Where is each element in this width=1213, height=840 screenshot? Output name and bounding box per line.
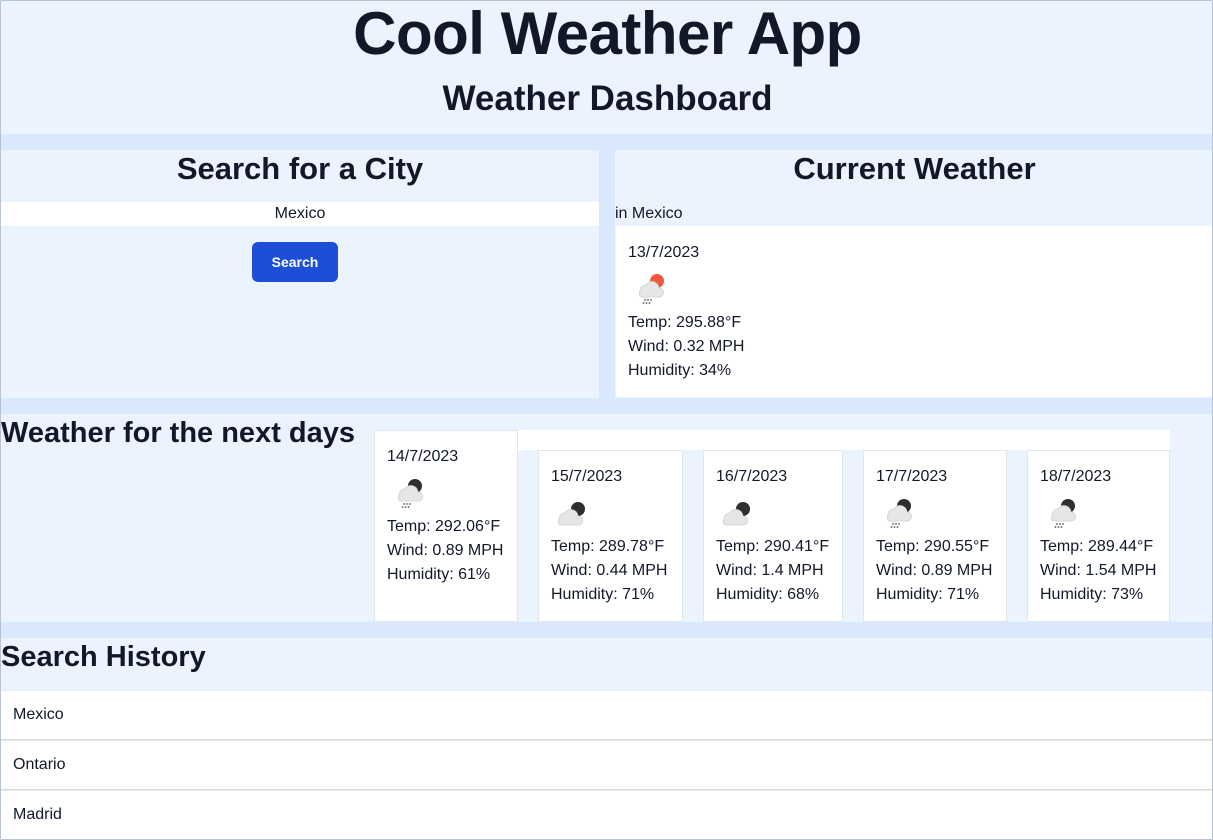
forecast-humidity: Humidity: 68% [716,586,820,603]
forecast-wind: Wind: 0.89 MPH [876,562,993,579]
search-button[interactable]: Search [252,242,338,282]
current-temp: Temp: 295.88°F [628,314,742,331]
forecast-title: Weather for the next days [1,417,356,449]
forecast-date: 18/7/2023 [1040,468,1112,485]
forecast-date: 14/7/2023 [387,448,459,465]
forecast-card: 17/7/2023 Temp: 290.55°F Wind: 0.89 MPH … [863,450,1007,622]
city-search-input[interactable] [1,202,599,226]
forecast-date: 15/7/2023 [551,468,623,485]
rain-night-icon [1050,499,1076,528]
history-item[interactable]: Madrid [1,790,1212,839]
page-header: Cool Weather App Weather Dashboard [1,0,1212,134]
cloudy-night-icon [722,502,750,526]
current-weather-panel: Current Weather in Mexico 13/7/2023 Temp… [615,150,1212,398]
forecast-card: 15/7/2023 Temp: 289.78°F Wind: 0.44 MPH … [538,450,683,622]
rain-night-icon [886,499,912,528]
cloudy-night-icon [557,502,585,526]
current-humidity: Humidity: 34% [628,362,732,379]
search-panel: Search for a City Search [1,150,599,398]
current-weather-title: Current Weather [793,151,1036,186]
current-city-label: in Mexico [615,205,683,222]
history-item[interactable]: Mexico [1,690,1212,740]
current-weather-card: 13/7/2023 Temp: 295.88°F Wind: 0.32 MPH … [616,226,1212,397]
rain-night-icon [397,479,423,508]
search-history-list: Mexico Ontario Madrid [1,690,1212,839]
forecast-wind: Wind: 0.89 MPH [387,542,504,559]
forecast-humidity: Humidity: 61% [387,566,491,583]
app-window: Cool Weather App Weather Dashboard Searc… [0,0,1213,840]
search-panel-title: Search for a City [176,151,424,186]
forecast-section: Weather for the next days 14/7/2023 Temp… [1,414,1212,622]
current-wind: Wind: 0.32 MPH [628,338,745,355]
forecast-date: 16/7/2023 [716,468,788,485]
forecast-date: 17/7/2023 [876,468,948,485]
forecast-temp: Temp: 289.44°F [1040,538,1154,555]
page-subtitle: Weather Dashboard [442,79,773,118]
forecast-humidity: Humidity: 73% [1040,586,1144,603]
forecast-humidity: Humidity: 71% [551,586,655,603]
forecast-card: 18/7/2023 Temp: 289.44°F Wind: 1.54 MPH … [1027,450,1170,622]
forecast-temp: Temp: 290.41°F [716,538,830,555]
forecast-humidity: Humidity: 71% [876,586,980,603]
history-item[interactable]: Ontario [1,740,1212,790]
forecast-wind: Wind: 0.44 MPH [551,562,668,579]
search-history-section: Search History Mexico Ontario Madrid [1,638,1212,839]
rain-sun-icon [638,274,664,304]
search-history-title: Search History [1,641,206,673]
forecast-card: 14/7/2023 Temp: 292.06°F Wind: 0.89 MPH … [374,430,518,622]
forecast-wind: Wind: 1.54 MPH [1040,562,1157,579]
forecast-temp: Temp: 292.06°F [387,518,501,535]
app-title: Cool Weather App [353,0,862,67]
forecast-wind: Wind: 1.4 MPH [716,562,824,579]
forecast-temp: Temp: 290.55°F [876,538,990,555]
current-date: 13/7/2023 [628,244,700,261]
forecast-card: 16/7/2023 Temp: 290.41°F Wind: 1.4 MPH H… [703,450,843,622]
forecast-temp: Temp: 289.78°F [551,538,665,555]
